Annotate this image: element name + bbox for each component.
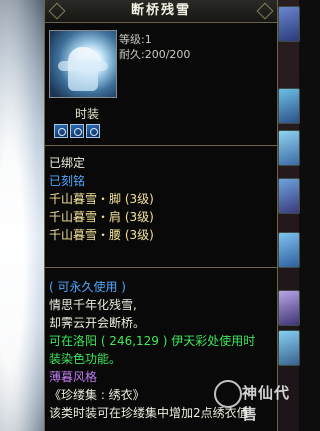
item-status-section: 已绑定 已刻铭 千山暮雪・脚 (3级) 千山暮雪・肩 (3级) 千山暮雪・腰 (…	[45, 146, 277, 268]
usage-text: ( 可永久使用 )	[49, 280, 126, 294]
skill-icon[interactable]	[278, 232, 300, 268]
set-piece: 千山暮雪・脚 (3级)	[49, 192, 154, 206]
skill-icon[interactable]	[278, 290, 300, 326]
site-watermark: 神仙代售	[214, 376, 296, 428]
watermark-text: 神仙代售	[242, 384, 291, 423]
ornament-icon	[256, 2, 274, 20]
item-tooltip: 断桥残雪 等级:1 耐久:200/200 时装 已绑定 已刻铭 千山暮雪・脚 (…	[44, 0, 278, 431]
style-label: 薄暮风格	[49, 370, 98, 384]
dye-info-line: 可在洛阳 ( 246,129 ) 伊天彩处使用时	[49, 334, 256, 348]
item-durability: 耐久:200/200	[119, 48, 191, 61]
gem-slot-icon	[86, 124, 100, 138]
item-level: 等级:1	[119, 33, 152, 46]
sleeve-figure	[58, 61, 108, 71]
skill-icon[interactable]	[278, 330, 300, 366]
ornament-icon	[48, 2, 66, 20]
description-line: 情思千年化残雪,	[49, 298, 137, 312]
gem-slot-icon	[70, 124, 84, 138]
skill-icon[interactable]	[278, 6, 300, 42]
watermark-logo-icon	[214, 380, 242, 408]
item-type-label: 时装	[74, 107, 99, 121]
game-scene-background	[0, 0, 44, 431]
gem-slots	[54, 124, 102, 141]
tooltip-title-bar: 断桥残雪	[45, 0, 277, 23]
skill-icon[interactable]	[278, 178, 300, 214]
item-header-section: 等级:1 耐久:200/200 时装	[45, 23, 277, 146]
description-line: 却霁云开会断桥。	[49, 316, 146, 330]
skill-icon[interactable]	[278, 130, 300, 166]
skill-bar	[276, 0, 299, 431]
item-portrait	[49, 30, 117, 98]
status-bound: 已绑定	[49, 156, 86, 170]
set-piece: 千山暮雪・腰 (3级)	[49, 228, 154, 242]
gem-slot-icon	[54, 124, 68, 138]
status-engraved: 已刻铭	[49, 174, 86, 188]
set-piece: 千山暮雪・肩 (3级)	[49, 210, 154, 224]
item-title: 断桥残雪	[130, 3, 191, 18]
dye-info-line: 装染色功能。	[49, 352, 122, 366]
skill-icon[interactable]	[278, 88, 300, 124]
collection-name: 《珍缕集 : 绣衣》	[49, 388, 145, 402]
